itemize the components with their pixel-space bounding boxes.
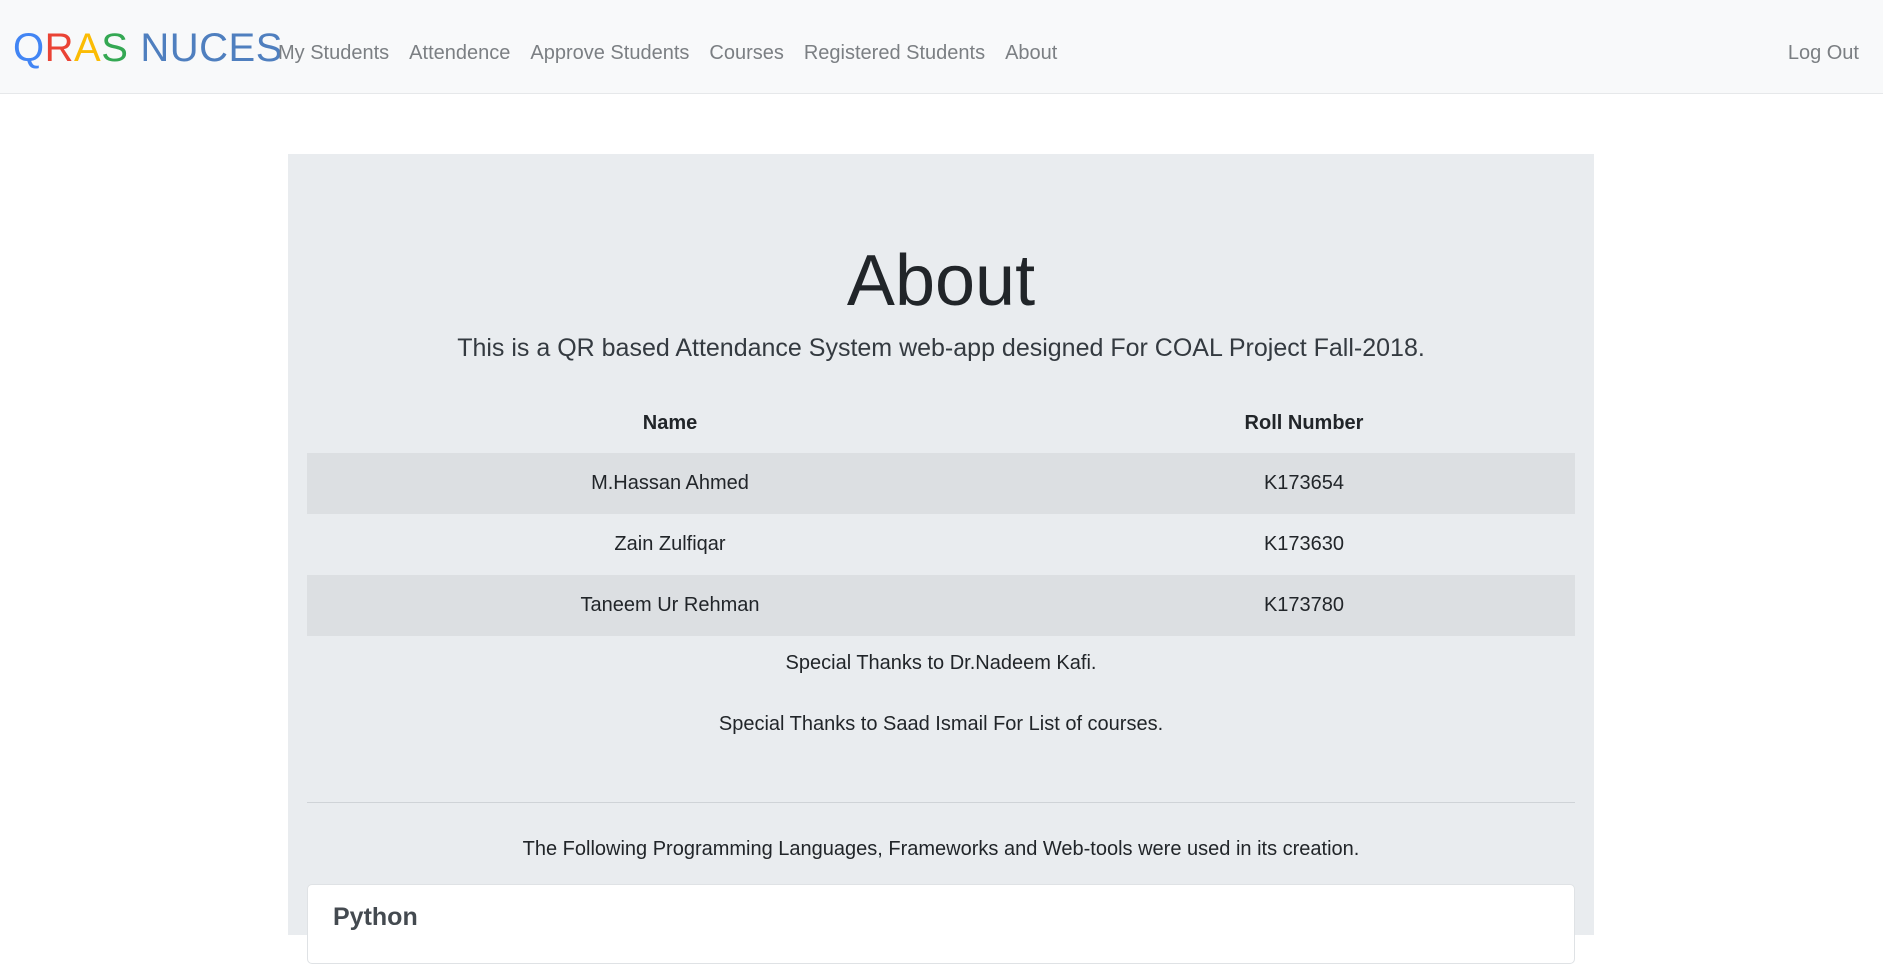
nav-links: My Students Attendence Approve Students … bbox=[278, 40, 1077, 66]
nav-link-my-students[interactable]: My Students bbox=[278, 40, 389, 66]
cell-roll-number: K173630 bbox=[1263, 533, 1345, 555]
thanks-text: Special Thanks to Dr.Nadeem Kafi. bbox=[785, 652, 1097, 674]
page-title: About bbox=[846, 241, 1036, 321]
table-row: Zain Zulfiqar K173630 bbox=[307, 514, 1575, 575]
cell-name: M.Hassan Ahmed bbox=[307, 453, 1033, 514]
table-header-row: Name Roll Number bbox=[307, 393, 1575, 453]
nav-link-about[interactable]: About bbox=[1005, 40, 1057, 66]
column-header-roll-number: Roll Number bbox=[1244, 411, 1364, 434]
about-jumbotron: About This is a QR based Attendance Syst… bbox=[288, 154, 1594, 964]
nav-link-courses[interactable]: Courses bbox=[709, 40, 783, 66]
divider bbox=[307, 802, 1575, 803]
table-row: Taneem Ur Rehman K173780 bbox=[307, 575, 1575, 636]
top-navbar: QRAS NUCES My Students Attendence Approve… bbox=[0, 0, 1883, 94]
table-row: M.Hassan Ahmed K173654 bbox=[307, 453, 1575, 514]
tools-intro-text: The Following Programming Languages, Fra… bbox=[522, 838, 1360, 860]
logout-link[interactable]: Log Out bbox=[1788, 40, 1859, 66]
column-header-name: Name bbox=[642, 411, 698, 434]
nav-link-attendence[interactable]: Attendence bbox=[409, 40, 510, 66]
nav-link-registered-students[interactable]: Registered Students bbox=[804, 40, 985, 66]
brand-logo[interactable]: QRAS NUCES bbox=[13, 24, 283, 72]
cell-roll-number: K173654 bbox=[1033, 453, 1575, 514]
brand-letter-r: R bbox=[44, 26, 75, 70]
lead-description: This is a QR based Attendance System web… bbox=[457, 334, 1425, 362]
card-title: Python bbox=[333, 903, 418, 931]
brand-letter-q: Q bbox=[13, 26, 45, 70]
brand-letter-a: A bbox=[74, 26, 102, 70]
brand-letter-s: S bbox=[101, 26, 129, 70]
cell-roll-number: K173780 bbox=[1033, 575, 1575, 636]
brand-name: NUCES bbox=[140, 26, 283, 70]
cell-name: Taneem Ur Rehman bbox=[307, 575, 1033, 636]
tool-card-python: Python bbox=[307, 884, 1575, 964]
nav-link-approve-students[interactable]: Approve Students bbox=[530, 40, 689, 66]
cell-name: Zain Zulfiqar bbox=[614, 533, 726, 555]
thanks-text: Special Thanks to Saad Ismail For List o… bbox=[718, 713, 1164, 735]
team-table: Name Roll Number M.Hassan Ahmed K173654 … bbox=[307, 393, 1575, 636]
